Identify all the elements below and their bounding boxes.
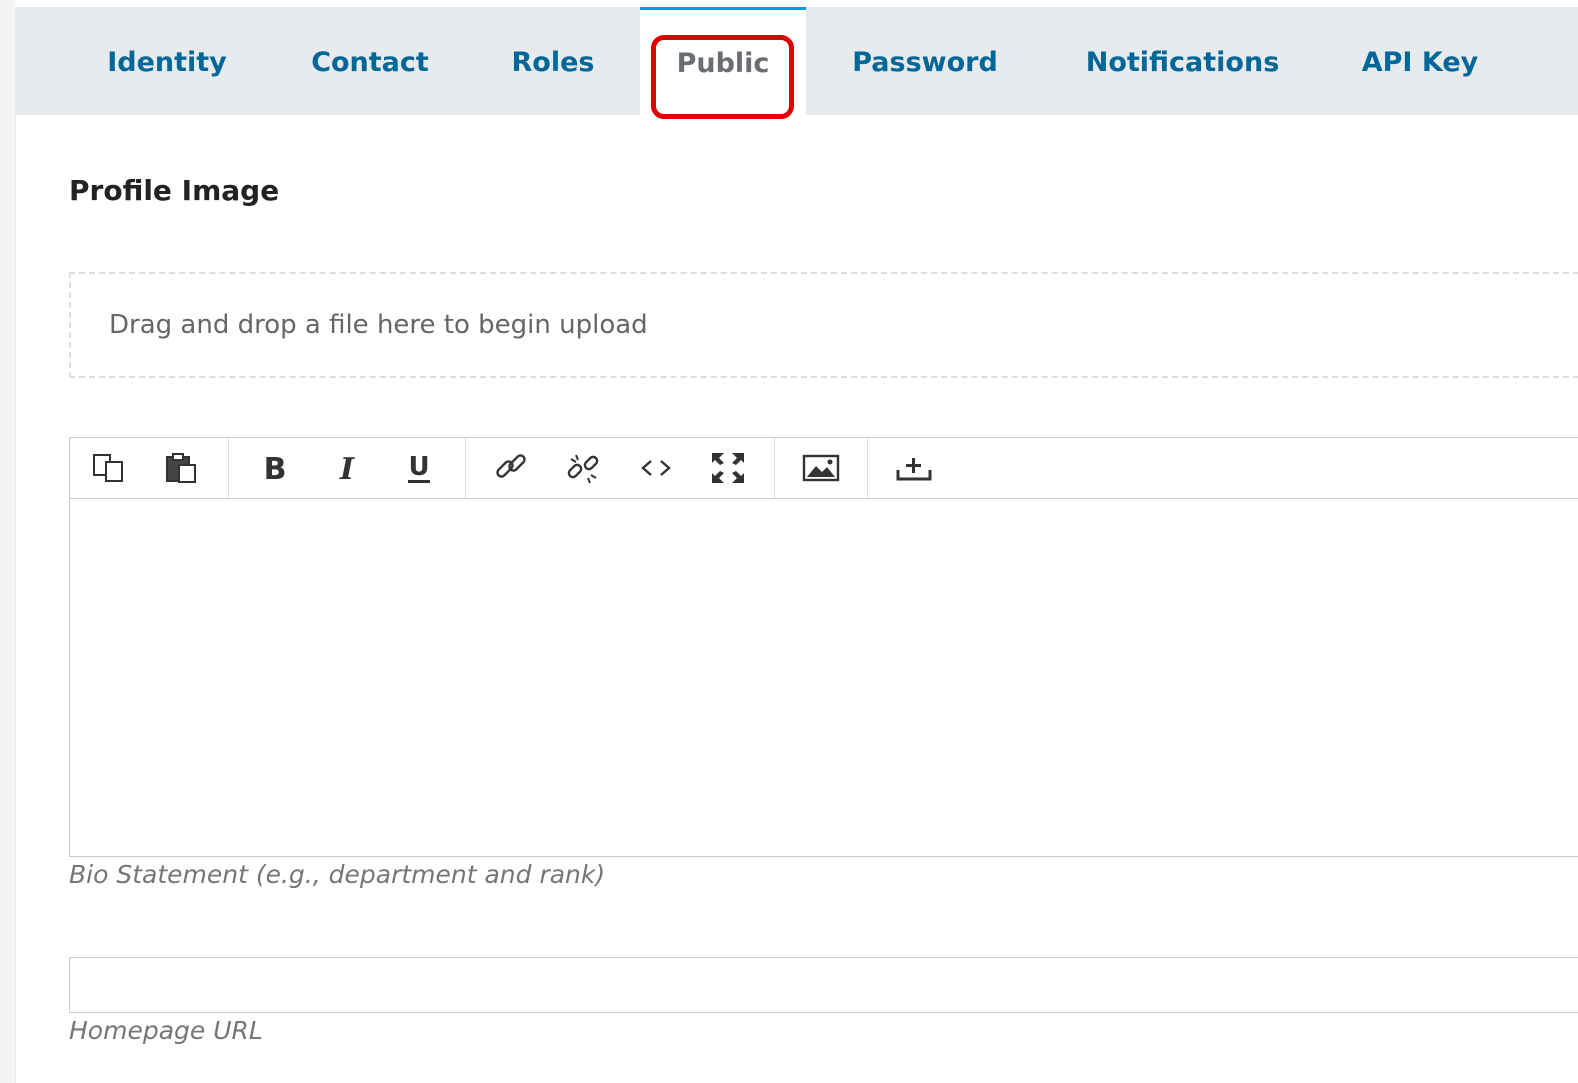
svg-text:I: I	[339, 452, 355, 484]
left-page-edge	[0, 0, 16, 1083]
tab-password[interactable]: Password	[830, 7, 1020, 115]
homepage-url-input[interactable]	[69, 957, 1578, 1013]
insert-group	[466, 438, 775, 498]
tab-api-key[interactable]: API Key	[1345, 7, 1495, 115]
file-dropzone[interactable]: Drag and drop a file here to begin uploa…	[69, 272, 1578, 378]
copy-icon[interactable]	[74, 438, 146, 498]
dropzone-text: Drag and drop a file here to begin uploa…	[109, 310, 648, 340]
svg-text:B: B	[264, 452, 287, 484]
upload-group	[868, 438, 960, 498]
unlink-icon[interactable]	[548, 438, 620, 498]
underline-icon[interactable]: U	[383, 438, 455, 498]
profile-tab-bar: Identity Contact Roles Public Password N…	[15, 7, 1578, 115]
bold-icon[interactable]: B	[239, 438, 311, 498]
tab-identity[interactable]: Identity	[87, 7, 247, 115]
bio-statement-label: Bio Statement (e.g., department and rank…	[69, 860, 606, 889]
clipboard-group	[70, 438, 229, 498]
upload-icon[interactable]	[878, 438, 950, 498]
code-icon[interactable]	[620, 438, 692, 498]
editor-toolbar: B I U	[70, 438, 1578, 499]
tab-public[interactable]: Public	[640, 7, 806, 115]
homepage-url-label: Homepage URL	[69, 1016, 263, 1045]
paste-icon[interactable]	[146, 438, 218, 498]
image-icon[interactable]	[785, 438, 857, 498]
tab-notifications[interactable]: Notifications	[1065, 7, 1300, 115]
tab-contact[interactable]: Contact	[295, 7, 445, 115]
fullscreen-icon[interactable]	[692, 438, 764, 498]
bio-editor-content[interactable]	[70, 499, 1578, 857]
media-group	[775, 438, 868, 498]
format-group: B I U	[229, 438, 466, 498]
svg-text:U: U	[408, 452, 429, 482]
link-icon[interactable]	[476, 438, 548, 498]
bio-rich-text-editor: B I U	[69, 437, 1578, 857]
top-page-edge	[15, 0, 1578, 7]
tab-roles[interactable]: Roles	[493, 7, 613, 115]
profile-image-heading: Profile Image	[69, 174, 280, 207]
italic-icon[interactable]: I	[311, 438, 383, 498]
